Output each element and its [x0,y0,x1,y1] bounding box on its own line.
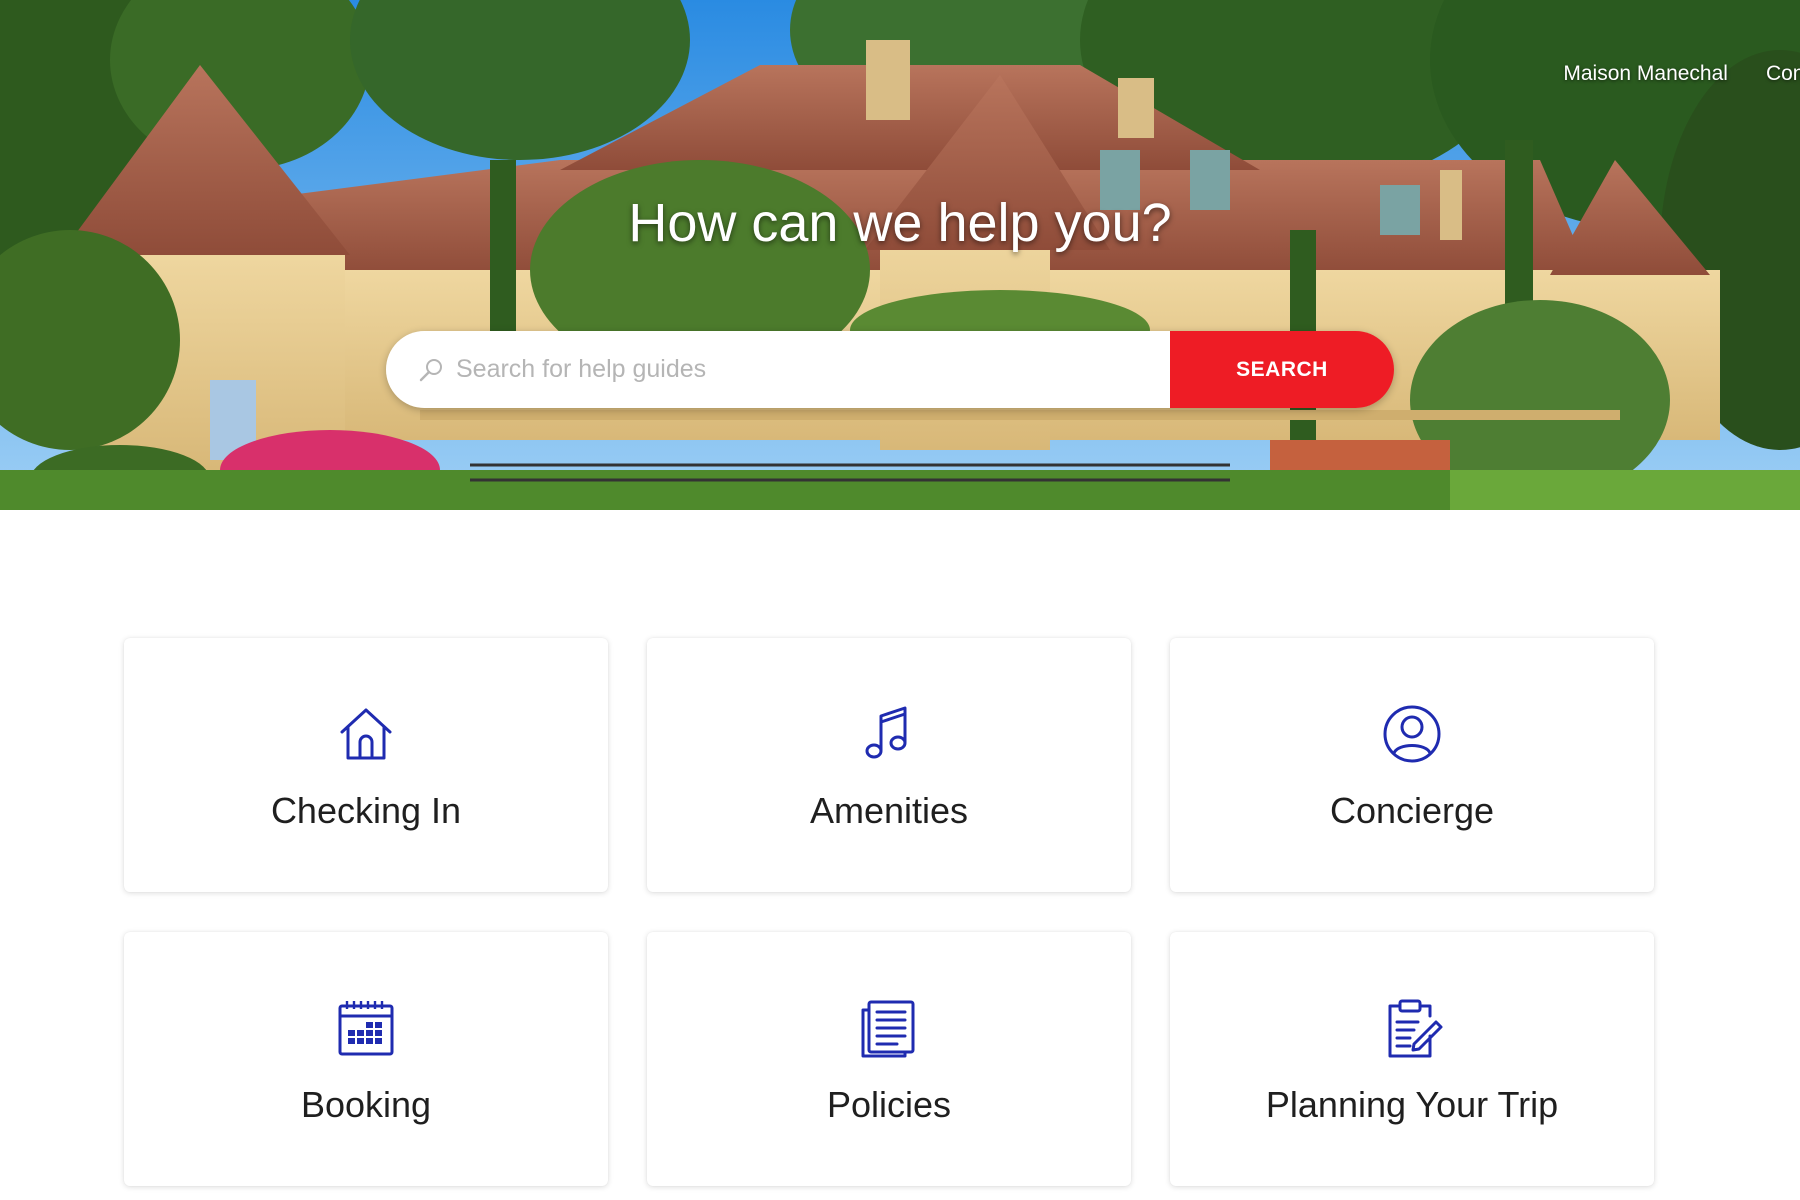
hero-background-image [0,0,1800,510]
category-card-amenities[interactable]: Amenities [647,638,1131,892]
category-card-booking[interactable]: Booking [124,932,608,1186]
category-label: Policies [826,1084,952,1125]
category-card-planning-your-trip[interactable]: Planning Your Trip [1170,932,1654,1186]
search-icon [419,358,442,381]
category-card-policies[interactable]: Policies [647,932,1131,1186]
hero-banner: Maison Manechal Conta How can we help yo… [0,0,1800,510]
nav-link-contact[interactable]: Conta [1766,62,1800,86]
search-bar: SEARCH [386,331,1394,408]
help-categories-grid: Checking In Amenities Concierge Booking … [124,638,1654,1186]
nav-link-maison-manechal[interactable]: Maison Manechal [1563,62,1728,86]
document-icon [857,996,921,1060]
user-circle-icon [1380,702,1444,766]
clipboard-edit-icon [1380,996,1444,1060]
calendar-icon [334,996,398,1060]
search-button[interactable]: SEARCH [1170,331,1394,408]
house-icon [334,702,398,766]
category-label: Concierge [1329,790,1495,831]
search-field[interactable] [386,331,1170,408]
category-label: Amenities [809,790,969,831]
music-note-icon [857,702,921,766]
category-card-checking-in[interactable]: Checking In [124,638,608,892]
category-label: Checking In [270,790,462,831]
search-input[interactable] [456,355,1156,384]
top-navigation: Maison Manechal Conta [1563,62,1800,86]
category-label: Booking [300,1084,432,1125]
category-label: Planning Your Trip [1265,1084,1559,1125]
page-title: How can we help you? [628,193,1172,253]
category-card-concierge[interactable]: Concierge [1170,638,1654,892]
